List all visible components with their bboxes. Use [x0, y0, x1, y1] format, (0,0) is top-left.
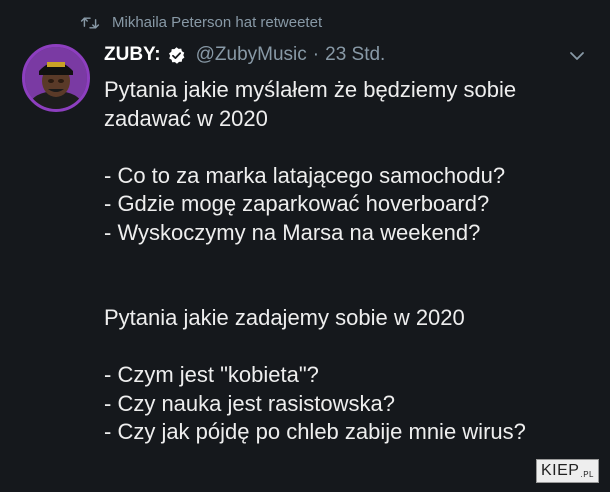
display-name[interactable]: ZUBY: [104, 44, 161, 66]
chevron-down-icon[interactable] [568, 50, 586, 62]
watermark-suffix: .PL [580, 470, 594, 479]
kiep-watermark-logo: KIEP .PL [536, 459, 599, 483]
tweet-timestamp[interactable]: 23 Std. [325, 44, 385, 66]
retweet-icon [80, 16, 100, 29]
verified-badge-icon [168, 46, 185, 64]
tweet-header: ZUBY: @ZubyMusic · 23 Std. [104, 44, 385, 66]
avatar-image [25, 47, 87, 109]
separator-dot: · [312, 44, 320, 65]
retweet-label[interactable]: Mikhaila Peterson hat retweetet [112, 14, 322, 31]
retweet-indicator[interactable]: Mikhaila Peterson hat retweetet [80, 14, 322, 31]
watermark-text: KIEP [541, 462, 580, 479]
avatar[interactable] [22, 44, 90, 112]
user-handle[interactable]: @ZubyMusic [196, 44, 307, 66]
tweet-text: Pytania jakie myślałem że będziemy sobie… [104, 77, 526, 444]
tweet-card[interactable]: Mikhaila Peterson hat retweetet ZUBY: @Z… [0, 0, 610, 492]
